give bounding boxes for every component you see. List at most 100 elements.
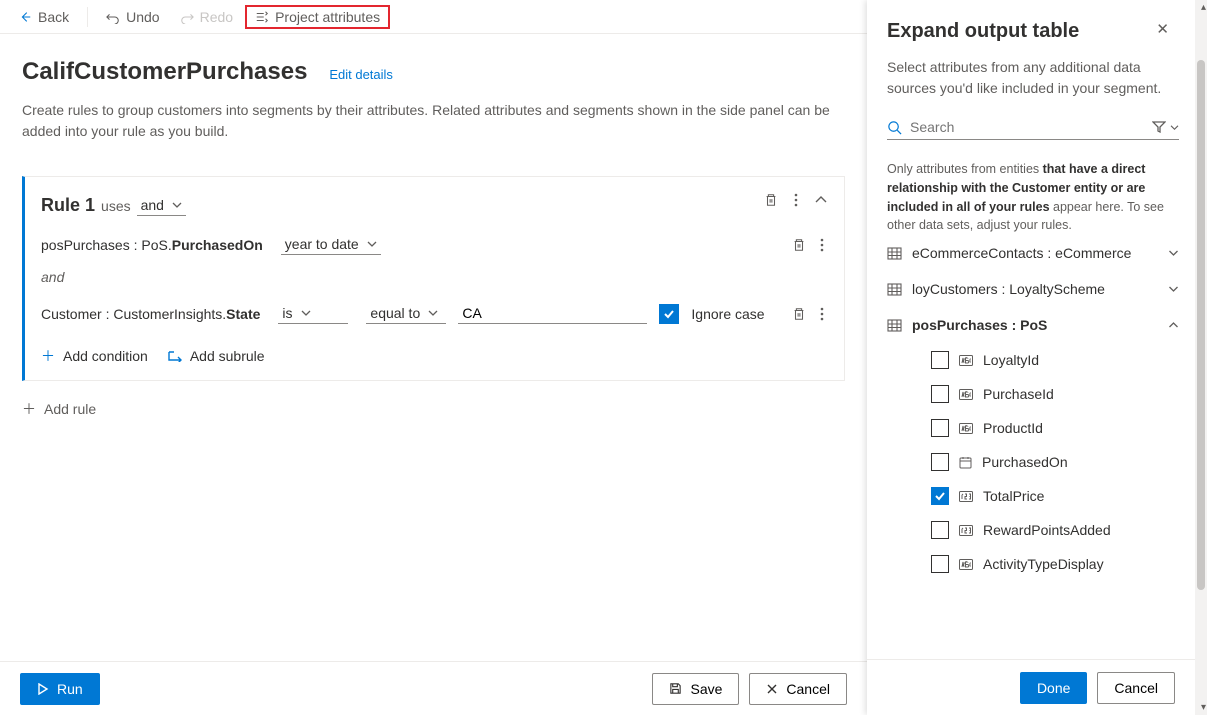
condition-row-1: posPurchases : PoS.PurchasedOn year to d… bbox=[41, 234, 824, 255]
page-footer: Run Save Cancel bbox=[0, 661, 867, 715]
rule-card-actions bbox=[764, 193, 828, 207]
condition1-more-icon[interactable] bbox=[820, 238, 824, 252]
type-icon bbox=[959, 355, 973, 366]
filter-button[interactable] bbox=[1152, 121, 1179, 133]
side-panel: Expand output table ✕ Select attributes … bbox=[867, 0, 1207, 715]
chevron-down-icon bbox=[1168, 285, 1179, 293]
type-icon bbox=[959, 456, 972, 469]
plus-icon: ＋ bbox=[22, 399, 36, 419]
edit-details-link[interactable]: Edit details bbox=[329, 67, 393, 82]
search-row bbox=[887, 119, 1179, 140]
table-icon bbox=[887, 283, 902, 296]
back-button[interactable]: Back bbox=[10, 5, 77, 29]
panel-scroll: Expand output table ✕ Select attributes … bbox=[867, 0, 1195, 659]
delete-condition2-icon[interactable] bbox=[792, 307, 806, 321]
attribute-checkbox[interactable] bbox=[931, 419, 949, 437]
chevron-down-icon bbox=[1168, 249, 1179, 257]
condition2-value-input[interactable] bbox=[458, 303, 647, 324]
attribute-item[interactable]: RewardPointsAdded bbox=[887, 513, 1179, 547]
panel-description: Select attributes from any additional da… bbox=[887, 57, 1179, 99]
rule-more-icon[interactable] bbox=[794, 193, 798, 207]
condition2-more-icon[interactable] bbox=[820, 307, 824, 321]
project-attributes-button[interactable]: Project attributes bbox=[245, 5, 390, 29]
attribute-label: TotalPrice bbox=[983, 488, 1044, 504]
delete-rule-icon[interactable] bbox=[764, 193, 778, 207]
ignore-case-checkbox[interactable] bbox=[659, 304, 679, 324]
attribute-item[interactable]: PurchaseId bbox=[887, 377, 1179, 411]
rule-card: Rule 1 uses and posPurchases : PoS.Purch… bbox=[22, 176, 845, 381]
panel-cancel-button[interactable]: Cancel bbox=[1097, 672, 1175, 704]
type-icon bbox=[959, 491, 973, 502]
panel-title: Expand output table bbox=[887, 20, 1179, 43]
scrollbar-thumb[interactable] bbox=[1197, 60, 1205, 590]
redo-button[interactable]: Redo bbox=[172, 5, 241, 29]
condition1-operator-dropdown[interactable]: year to date bbox=[281, 234, 381, 255]
attribute-item[interactable]: LoyaltyId bbox=[887, 343, 1179, 377]
search-input[interactable] bbox=[910, 119, 1144, 135]
condition2-op2-dropdown[interactable]: equal to bbox=[366, 303, 446, 324]
run-button[interactable]: Run bbox=[20, 673, 100, 705]
cancel-button[interactable]: Cancel bbox=[749, 673, 847, 705]
plus-icon: ＋ bbox=[41, 346, 55, 366]
attribute-checkbox[interactable] bbox=[931, 351, 949, 369]
table-icon bbox=[887, 319, 902, 332]
condition1-operator-value: year to date bbox=[285, 236, 359, 252]
attribute-item[interactable]: ActivityTypeDisplay bbox=[887, 547, 1179, 581]
attribute-checkbox[interactable] bbox=[931, 555, 949, 573]
rule-logic-value: and bbox=[141, 197, 164, 213]
attribute-label: PurchasedOn bbox=[982, 454, 1068, 470]
attribute-item[interactable]: ProductId bbox=[887, 411, 1179, 445]
attribute-item[interactable]: TotalPrice bbox=[887, 479, 1179, 513]
chevron-up-icon bbox=[1168, 321, 1179, 329]
ignore-case-label: Ignore case bbox=[691, 306, 764, 322]
attribute-checkbox[interactable] bbox=[931, 521, 949, 539]
scroll-up-icon[interactable]: ▴ bbox=[1201, 2, 1206, 13]
rule-logic-dropdown[interactable]: and bbox=[137, 195, 186, 216]
page-title: CalifCustomerPurchases bbox=[22, 58, 307, 85]
attribute-checkbox[interactable] bbox=[931, 385, 949, 403]
attribute-checkbox[interactable] bbox=[931, 487, 949, 505]
attribute-label: LoyaltyId bbox=[983, 352, 1039, 368]
panel-footer: Done Cancel bbox=[867, 659, 1195, 715]
condition-row-2: Customer : CustomerInsights.State is equ… bbox=[41, 303, 824, 324]
attribute-checkbox[interactable] bbox=[931, 453, 949, 471]
attribute-label: ActivityTypeDisplay bbox=[983, 556, 1104, 572]
condition2-op1-dropdown[interactable]: is bbox=[278, 303, 348, 324]
entity-pos[interactable]: posPurchases : PoS bbox=[887, 307, 1179, 343]
type-icon bbox=[959, 559, 973, 570]
scrollbar[interactable]: ▴ ▾ bbox=[1195, 0, 1207, 715]
scroll-down-icon[interactable]: ▾ bbox=[1201, 702, 1206, 713]
page-description: Create rules to group customers into seg… bbox=[22, 100, 842, 142]
type-icon bbox=[959, 389, 973, 400]
project-attributes-label: Project attributes bbox=[275, 9, 380, 25]
condition2-attribute: Customer : CustomerInsights.State bbox=[41, 306, 260, 322]
entity-ecommerce[interactable]: eCommerceContacts : eCommerce bbox=[887, 235, 1179, 271]
title-row: CalifCustomerPurchases Edit details bbox=[22, 58, 845, 86]
undo-button[interactable]: Undo bbox=[98, 5, 167, 29]
condition1-attribute: posPurchases : PoS.PurchasedOn bbox=[41, 237, 263, 253]
subrule-icon bbox=[168, 350, 182, 362]
undo-label: Undo bbox=[126, 9, 159, 25]
save-button[interactable]: Save bbox=[652, 673, 739, 705]
attribute-item[interactable]: PurchasedOn bbox=[887, 445, 1179, 479]
back-label: Back bbox=[38, 9, 69, 25]
redo-label: Redo bbox=[200, 9, 233, 25]
collapse-rule-icon[interactable] bbox=[814, 195, 828, 205]
rule-name: Rule 1 bbox=[41, 195, 95, 216]
rule-header: Rule 1 uses and bbox=[41, 195, 824, 216]
rule-link-row: ＋ Add condition Add subrule bbox=[41, 346, 824, 366]
close-icon[interactable]: ✕ bbox=[1156, 20, 1169, 38]
entity-loyalty[interactable]: loyCustomers : LoyaltyScheme bbox=[887, 271, 1179, 307]
add-rule-button[interactable]: ＋ Add rule bbox=[22, 399, 96, 419]
type-icon bbox=[959, 525, 973, 536]
toolbar-separator bbox=[87, 7, 88, 27]
add-subrule-button[interactable]: Add subrule bbox=[168, 348, 265, 364]
add-condition-button[interactable]: ＋ Add condition bbox=[41, 346, 148, 366]
attribute-label: PurchaseId bbox=[983, 386, 1054, 402]
panel-hint: Only attributes from entities that have … bbox=[887, 160, 1179, 235]
main-content: CalifCustomerPurchases Edit details Crea… bbox=[0, 34, 867, 661]
rule-uses-label: uses bbox=[101, 198, 131, 214]
type-icon bbox=[959, 423, 973, 434]
delete-condition1-icon[interactable] bbox=[792, 238, 806, 252]
done-button[interactable]: Done bbox=[1020, 672, 1087, 704]
